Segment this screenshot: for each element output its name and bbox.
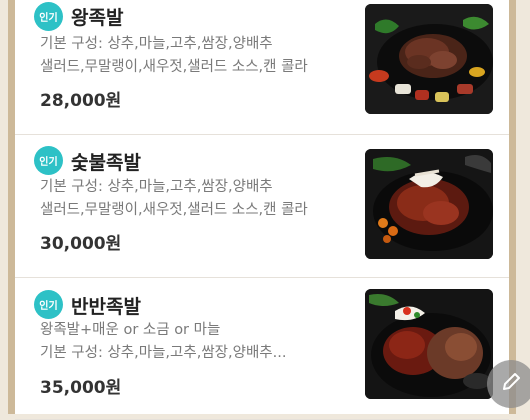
menu-item-half-half-jokbal[interactable]: 인기 반반족발 왕족발+매운 or 소금 or 마늘 기본 구성: 상추,마늘,… — [15, 279, 509, 420]
menu-item-description: 기본 구성: 상추,마늘,고추,쌈장,양배추 샐러드,무말랭이,새우젓,샐러드 … — [40, 33, 370, 79]
menu-item-price: 35,000원 — [40, 378, 122, 398]
charcoal-jokbal-photo[interactable] — [365, 149, 493, 259]
edit-fab-button[interactable] — [487, 360, 530, 408]
menu-item-price: 30,000원 — [40, 234, 122, 254]
menu-item-price: 28,000원 — [40, 91, 122, 111]
menu-item-charcoal-jokbal[interactable]: 인기 숯불족발 기본 구성: 상추,마늘,고추,쌈장,양배추 샐러드,무말랭이,… — [15, 137, 509, 278]
wang-jokbal-photo[interactable] — [365, 4, 493, 114]
menu-item-name: 숯불족발 — [71, 152, 141, 174]
popular-badge: 인기 — [34, 2, 63, 31]
menu-item-name: 반반족발 — [71, 296, 141, 318]
popular-badge: 인기 — [34, 290, 63, 319]
description-line: 기본 구성: 상추,마늘,고추,쌈장,양배추 — [40, 179, 273, 195]
menu-item-description: 왕족발+매운 or 소금 or 마늘 기본 구성: 상추,마늘,고추,쌈장,양배… — [40, 319, 370, 365]
description-line: 기본 구성: 상추,마늘,고추,쌈장,양배추... — [40, 345, 287, 361]
menu-item-description: 기본 구성: 상추,마늘,고추,쌈장,양배추 샐러드,무말랭이,새우젓,샐러드 … — [40, 176, 370, 222]
description-line: 기본 구성: 상추,마늘,고추,쌈장,양배추 — [40, 36, 273, 52]
pencil-icon — [500, 371, 522, 397]
description-line: 샐러드,무말랭이,새우젓,샐러드 소스,캔 콜라 — [40, 59, 308, 75]
menu-item-name: 왕족발 — [71, 7, 124, 29]
description-line: 왕족발+매운 or 소금 or 마늘 — [40, 322, 221, 338]
menu-frame: 인기 왕족발 기본 구성: 상추,마늘,고추,쌈장,양배추 샐러드,무말랭이,새… — [8, 0, 516, 420]
half-half-jokbal-photo[interactable] — [365, 289, 493, 399]
popular-badge: 인기 — [34, 146, 63, 175]
description-line: 샐러드,무말랭이,새우젓,샐러드 소스,캔 콜라 — [40, 202, 308, 218]
menu-item-wang-jokbal[interactable]: 인기 왕족발 기본 구성: 상추,마늘,고추,쌈장,양배추 샐러드,무말랭이,새… — [15, 0, 509, 135]
